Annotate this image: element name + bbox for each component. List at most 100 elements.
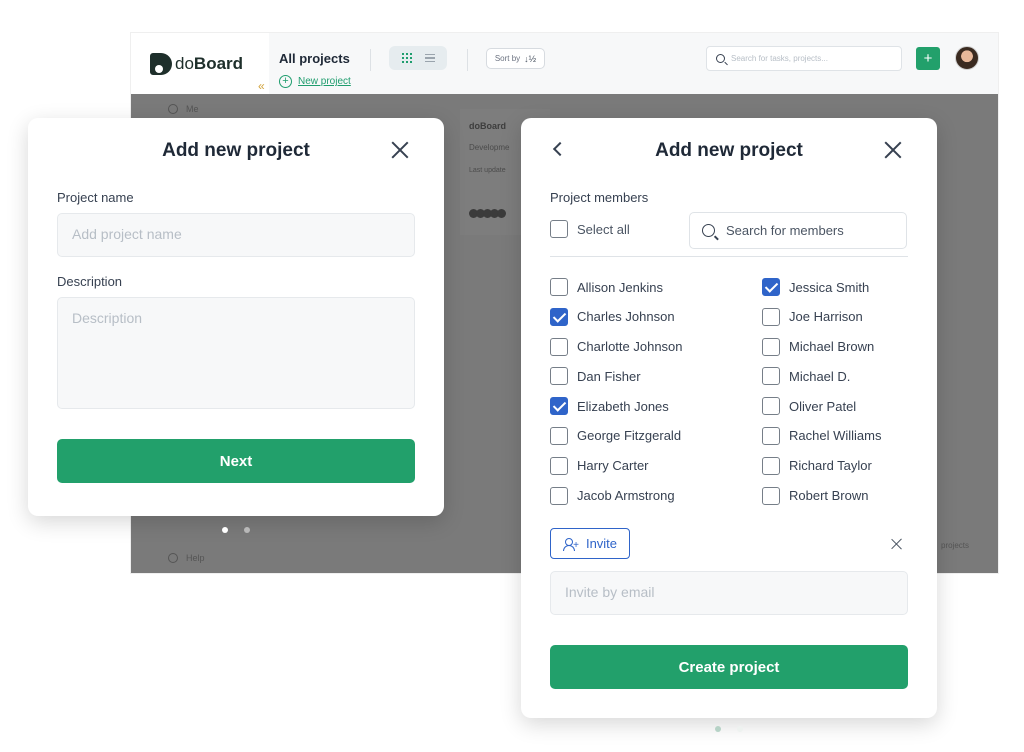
checkbox[interactable] xyxy=(550,220,568,238)
member-option[interactable]: Oliver Patel xyxy=(762,397,881,416)
member-option[interactable]: Michael D. xyxy=(762,367,881,386)
divider xyxy=(370,49,371,71)
divider xyxy=(467,49,468,71)
checkbox-checked[interactable] xyxy=(762,278,780,296)
pagination-text: projects xyxy=(941,541,970,550)
description-textarea[interactable]: Description xyxy=(57,297,415,409)
description-placeholder: Description xyxy=(72,310,143,326)
member-name: Michael Brown xyxy=(789,339,875,355)
invite-button[interactable]: + Invite xyxy=(550,528,630,559)
member-option[interactable]: George Fitzgerald xyxy=(550,426,683,445)
step-dot[interactable] xyxy=(715,726,721,732)
member-option[interactable]: Joe Harrison xyxy=(762,307,881,326)
member-name: Jacob Armstrong xyxy=(577,488,675,504)
add-project-modal-step2: Add new project Project members Select a… xyxy=(521,118,937,718)
step-dot[interactable] xyxy=(244,527,250,533)
logo[interactable]: doBoard xyxy=(131,33,269,94)
member-option[interactable]: Robert Brown xyxy=(762,486,881,505)
project-name-input[interactable]: Add project name xyxy=(57,213,415,257)
checkbox[interactable] xyxy=(762,397,780,416)
collapse-sidebar-icon[interactable]: « xyxy=(258,79,265,93)
global-search-input[interactable]: Search for tasks, projects... xyxy=(706,46,902,71)
plus-circle-icon: + xyxy=(279,75,292,88)
member-option[interactable]: Jacob Armstrong xyxy=(550,486,683,505)
description-label: Description xyxy=(57,274,123,289)
member-option[interactable]: Richard Taylor xyxy=(762,456,881,475)
member-name: Allison Jenkins xyxy=(577,279,663,295)
close-icon[interactable] xyxy=(883,140,903,160)
member-option[interactable]: Rachel Williams xyxy=(762,426,882,445)
logo-mark-icon xyxy=(150,52,172,75)
checkbox-checked[interactable] xyxy=(550,397,568,416)
invite-email-input[interactable]: Invite by email xyxy=(550,571,908,615)
members-list-right: Jessica Smith Joe Harrison Michael Brown Mi… xyxy=(762,278,881,516)
checkbox[interactable] xyxy=(550,486,568,505)
close-invite-icon[interactable] xyxy=(891,538,903,550)
new-project-link[interactable]: + New project xyxy=(279,75,351,88)
member-option[interactable]: Elizabeth Jones xyxy=(550,397,683,416)
member-name: George Fitzgerald xyxy=(577,428,682,444)
grid-view-icon[interactable] xyxy=(401,53,412,63)
view-toggle[interactable] xyxy=(389,46,447,70)
search-icon xyxy=(716,54,725,63)
list-view-icon[interactable] xyxy=(424,54,435,62)
close-icon[interactable] xyxy=(390,140,410,160)
member-name: Michael D. xyxy=(789,368,851,384)
sort-icon: ↓½ xyxy=(524,53,537,64)
project-name-placeholder: Add project name xyxy=(72,226,182,242)
member-name: Harry Carter xyxy=(577,458,649,474)
checkbox[interactable] xyxy=(762,486,780,505)
member-option[interactable]: Allison Jenkins xyxy=(550,278,683,296)
select-all-checkbox[interactable]: Select all xyxy=(550,220,630,238)
add-project-modal-step1: Add new project Project name Add project… xyxy=(28,118,444,516)
top-bar: doBoard « All projects + New project Sor… xyxy=(131,33,998,94)
checkbox[interactable] xyxy=(762,456,780,475)
member-option[interactable]: Dan Fisher xyxy=(550,367,683,386)
checkbox[interactable] xyxy=(550,278,568,296)
divider xyxy=(550,256,908,257)
checkbox[interactable] xyxy=(762,367,780,386)
member-name: Rachel Williams xyxy=(789,428,882,444)
project-card-updated: Last update xyxy=(469,167,506,174)
member-name: Elizabeth Jones xyxy=(577,398,669,414)
member-name: Richard Taylor xyxy=(789,458,872,474)
sidebar-item-me[interactable]: Me xyxy=(168,104,199,114)
checkbox[interactable] xyxy=(762,337,780,356)
member-name: Jessica Smith xyxy=(789,279,870,295)
checkbox-checked[interactable] xyxy=(550,307,568,326)
checkbox[interactable] xyxy=(550,367,568,386)
user-icon xyxy=(168,104,178,114)
sidebar-item-help[interactable]: Help xyxy=(168,553,205,563)
member-name: Oliver Patel xyxy=(789,398,857,414)
checkbox[interactable] xyxy=(550,426,568,445)
sidebar-item-label: Help xyxy=(186,553,205,563)
step-dot-active[interactable] xyxy=(222,527,228,533)
select-all-label: Select all xyxy=(577,221,630,237)
member-name: Charles Johnson xyxy=(577,309,675,325)
member-search-input[interactable]: Search for members xyxy=(689,212,907,249)
global-search-placeholder: Search for tasks, projects... xyxy=(731,54,828,63)
step-dot-active[interactable] xyxy=(737,726,743,732)
member-option[interactable]: Charlotte Johnson xyxy=(550,337,683,356)
project-members-label: Project members xyxy=(550,190,649,205)
member-option[interactable]: Michael Brown xyxy=(762,337,881,356)
project-card-avatars xyxy=(469,209,506,218)
sort-button[interactable]: Sort by ↓½ xyxy=(486,48,545,69)
invite-label: Invite xyxy=(585,536,618,551)
member-option[interactable]: Charles Johnson xyxy=(550,307,683,326)
user-avatar[interactable] xyxy=(955,46,979,70)
checkbox[interactable] xyxy=(762,426,780,445)
create-project-button[interactable]: Create project xyxy=(550,645,908,689)
member-option[interactable]: Harry Carter xyxy=(550,456,683,475)
add-button[interactable]: + xyxy=(916,47,940,70)
search-icon xyxy=(702,224,715,237)
checkbox[interactable] xyxy=(762,307,780,326)
member-search-placeholder: Search for members xyxy=(726,223,844,238)
checkbox[interactable] xyxy=(550,456,568,475)
member-option[interactable]: Jessica Smith xyxy=(762,278,881,296)
next-button[interactable]: Next xyxy=(57,439,415,483)
new-project-label: New project xyxy=(298,76,351,87)
checkbox[interactable] xyxy=(550,337,568,356)
invite-email-placeholder: Invite by email xyxy=(565,584,655,600)
member-name: Dan Fisher xyxy=(577,368,641,384)
